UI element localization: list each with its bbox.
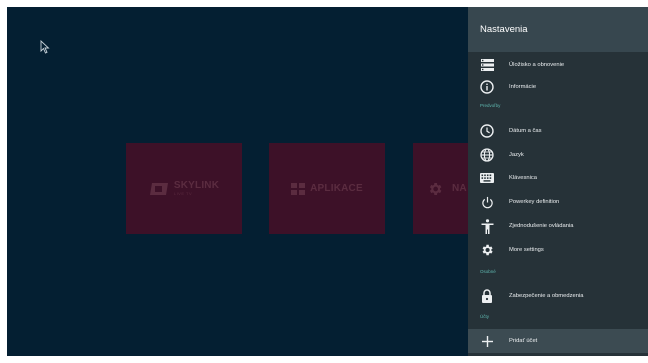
menu-item-about[interactable]: Informácie: [468, 77, 648, 97]
menu-item-keyboard[interactable]: Klávesnica: [468, 168, 648, 188]
menu-item-label: Informácie: [509, 84, 537, 90]
lock-icon: [480, 289, 494, 303]
tile-label: APLIKACE: [310, 183, 363, 194]
menu-item-label: Powerkey definition: [509, 199, 560, 205]
globe-icon: [480, 148, 494, 162]
panel-title: Nastavenia: [468, 7, 648, 52]
tv-screen: SKYLINK LIVE TV APLIKACE NA Nastavenia Ú…: [7, 7, 648, 356]
gear-icon: [480, 243, 494, 257]
clock-icon: [480, 124, 494, 138]
skylink-logo-icon: [149, 182, 168, 195]
section-label-personal: Osobné: [480, 269, 496, 274]
menu-item-label: Pridať účet: [509, 338, 538, 344]
tile-label: SKYLINK: [173, 180, 220, 191]
storage-icon: [480, 58, 494, 72]
section-label-accounts: Účty: [480, 314, 489, 319]
power-icon: [480, 195, 494, 209]
menu-item-label: Úložisko a obnovenie: [509, 62, 565, 68]
plus-icon: [480, 334, 494, 348]
gear-icon: [429, 182, 442, 195]
keyboard-icon: [480, 171, 494, 185]
menu-item-label: More settings: [509, 247, 544, 253]
menu-item-security[interactable]: Zabezpečenie a obmedzenia: [468, 286, 648, 306]
skylink-live-tv-tile[interactable]: SKYLINK LIVE TV: [126, 143, 242, 234]
settings-tile[interactable]: NA: [413, 143, 473, 234]
accessibility-icon: [480, 218, 494, 234]
menu-item-accessibility[interactable]: Zjednodušenie ovládania: [468, 216, 648, 236]
menu-item-date-time[interactable]: Dátum a čas: [468, 121, 648, 141]
menu-item-storage-reset[interactable]: Úložisko a obnovenie: [468, 55, 648, 75]
menu-item-label: Jazyk: [509, 152, 524, 158]
menu-item-label: Dátum a čas: [509, 128, 542, 134]
menu-item-label: Zabezpečenie a obmedzenia: [509, 293, 584, 299]
menu-item-more-settings[interactable]: More settings: [468, 240, 648, 260]
mouse-cursor-icon: [40, 40, 50, 54]
apps-grid-icon: [291, 182, 306, 195]
menu-item-language[interactable]: Jazyk: [468, 145, 648, 165]
section-label-preferences: Predvoľby: [480, 103, 501, 108]
menu-item-label: Zjednodušenie ovládania: [509, 223, 574, 229]
menu-item-label: Klávesnica: [509, 175, 538, 181]
info-icon: [480, 80, 494, 94]
tile-label: NA: [452, 183, 467, 194]
tile-sublabel: LIVE TV: [173, 191, 193, 196]
menu-item-powerkey[interactable]: Powerkey definition: [468, 192, 648, 212]
menu-item-add-account[interactable]: Pridať účet: [468, 329, 648, 353]
apps-tile[interactable]: APLIKACE: [269, 143, 385, 234]
settings-panel: Nastavenia Úložisko a obnovenie Informác…: [468, 7, 648, 356]
